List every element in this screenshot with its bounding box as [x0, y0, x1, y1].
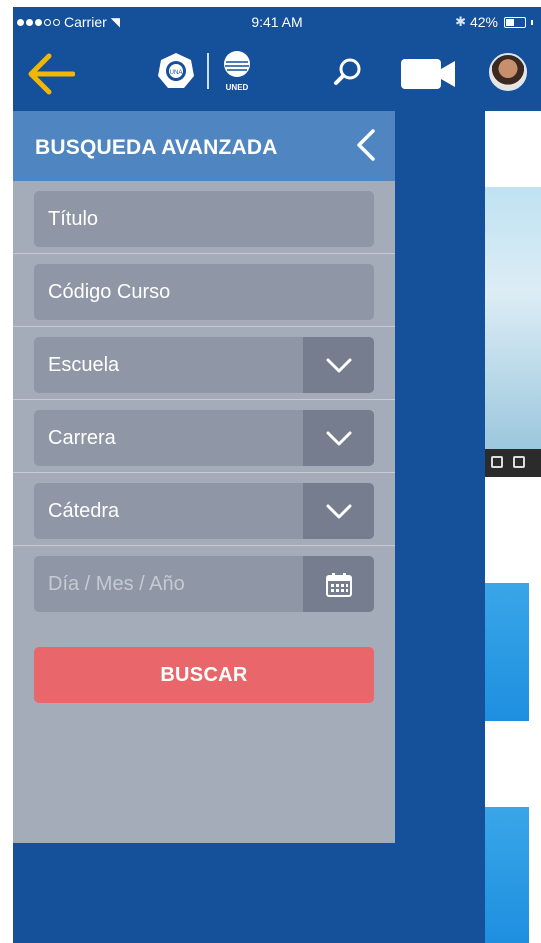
- close-drawer-button[interactable]: [347, 125, 387, 165]
- titulo-placeholder: Título: [48, 208, 99, 230]
- svg-text:UNA: UNA: [170, 70, 183, 76]
- chevron-down-icon: [326, 431, 352, 446]
- app-header: UNA UNED: [13, 37, 541, 111]
- form-row-fecha: Día / Mes / Año: [13, 546, 395, 619]
- back-button[interactable]: [27, 52, 76, 96]
- content-thumbnail: [485, 807, 529, 943]
- form-row-titulo: Título: [13, 181, 395, 254]
- codigo-placeholder: Código Curso: [48, 281, 171, 303]
- fecha-input[interactable]: Día / Mes / Año: [34, 556, 374, 612]
- avatar[interactable]: [489, 53, 527, 91]
- minimize-icon: [491, 456, 503, 468]
- catedra-dropdown-button[interactable]: [303, 483, 374, 539]
- form-row-catedra: Cátedra: [13, 473, 395, 546]
- calendar-button[interactable]: [303, 556, 374, 612]
- titulo-input[interactable]: Título: [34, 191, 374, 247]
- svg-text:UNED: UNED: [226, 83, 249, 92]
- una-logo: UNA: [158, 53, 194, 88]
- carrera-select[interactable]: Carrera: [34, 410, 374, 466]
- carrera-dropdown-button[interactable]: [303, 410, 374, 466]
- video-camera-icon: [401, 59, 455, 89]
- battery-percent: 42%: [469, 14, 498, 30]
- carrera-label: Carrera: [48, 427, 116, 449]
- battery-level: [506, 18, 515, 26]
- video-thumbnail: [485, 187, 541, 449]
- app-screen: Carrier ◥ 9:41 AM ✱ 42% UNA UNED BUSQUED…: [13, 7, 541, 943]
- form-row-carrera: Carrera: [13, 400, 395, 473]
- bluetooth-icon: ✱: [455, 14, 466, 29]
- search-button[interactable]: [331, 55, 365, 89]
- status-bar: Carrier ◥ 9:41 AM ✱ 42%: [13, 7, 541, 37]
- chevron-down-icon: [326, 358, 352, 373]
- arrow-left-icon: [28, 53, 76, 95]
- form-row-codigo: Código Curso: [13, 254, 395, 327]
- codigo-curso-input[interactable]: Código Curso: [34, 264, 374, 320]
- uned-logo: UNED: [224, 51, 250, 92]
- chevron-left-icon: [357, 129, 375, 161]
- status-right: ✱ 42%: [455, 14, 533, 30]
- advanced-search-drawer: BUSQUEDA AVANZADA Título Código Curso Es…: [13, 111, 395, 843]
- logo-divider: [207, 53, 209, 89]
- escuela-select[interactable]: Escuela: [34, 337, 374, 393]
- drawer-title: BUSQUEDA AVANZADA: [35, 136, 278, 159]
- escuela-dropdown-button[interactable]: [303, 337, 374, 393]
- buscar-button[interactable]: BUSCAR: [34, 647, 374, 703]
- calendar-icon: [326, 573, 352, 597]
- search-icon: [334, 58, 361, 85]
- catedra-label: Cátedra: [48, 500, 120, 522]
- header-logos: UNA UNED: [155, 49, 255, 93]
- fullscreen-icon: [513, 456, 525, 468]
- fecha-placeholder: Día / Mes / Año: [48, 573, 185, 595]
- video-controls: [485, 449, 541, 477]
- chevron-down-icon: [326, 504, 352, 519]
- battery-icon: [504, 16, 526, 28]
- drawer-header: BUSQUEDA AVANZADA: [13, 111, 395, 181]
- background-content: [485, 111, 541, 943]
- video-call-button[interactable]: [399, 57, 459, 91]
- content-thumbnail: [485, 583, 529, 721]
- form-row-escuela: Escuela: [13, 327, 395, 400]
- battery-tip: [531, 19, 533, 25]
- escuela-label: Escuela: [48, 354, 120, 376]
- catedra-select[interactable]: Cátedra: [34, 483, 374, 539]
